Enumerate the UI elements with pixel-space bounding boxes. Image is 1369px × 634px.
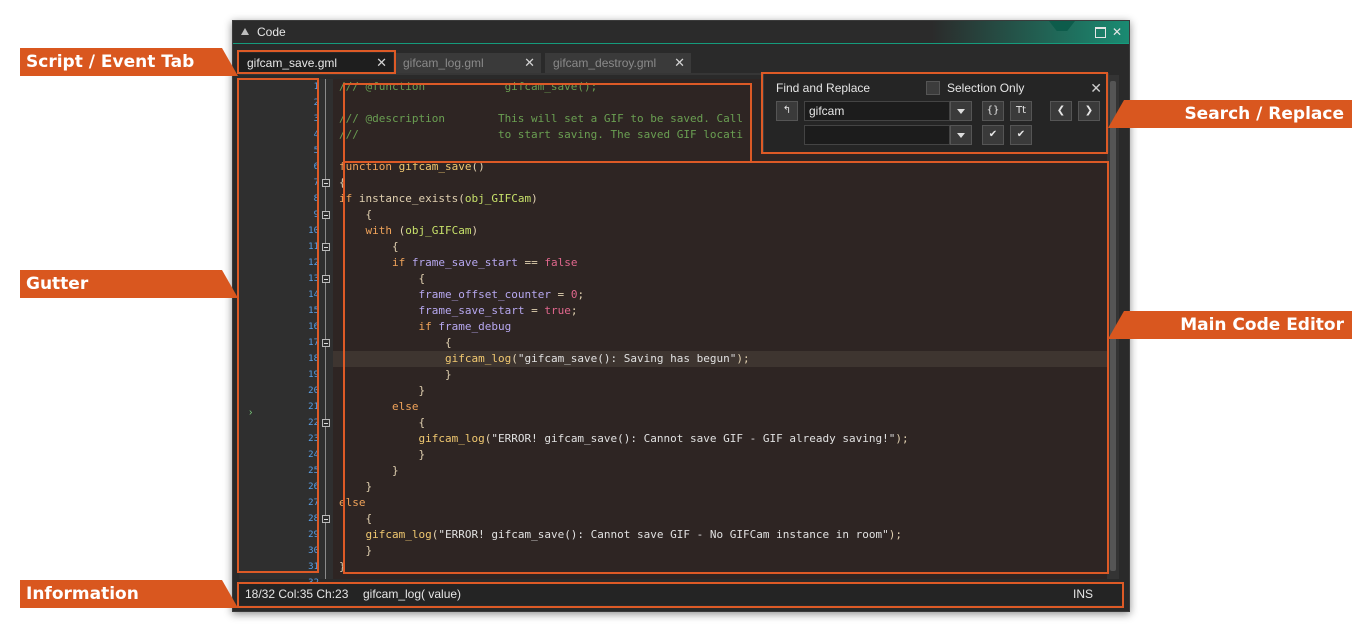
fold-toggle-icon[interactable] xyxy=(322,339,330,347)
close-window-icon[interactable]: ✕ xyxy=(1110,25,1124,39)
tab-label: gifcam_destroy.gml xyxy=(553,56,657,70)
tab-gifcam-destroy[interactable]: gifcam_destroy.gml ✕ xyxy=(545,53,691,73)
tab-label: gifcam_log.gml xyxy=(403,56,484,70)
callout-script-tab: Script / Event Tab xyxy=(20,48,238,76)
code-line[interactable] xyxy=(333,575,1107,579)
fold-guide xyxy=(325,79,326,579)
tab-gifcam-log[interactable]: gifcam_log.gml ✕ xyxy=(395,53,541,73)
fold-toggle-icon[interactable] xyxy=(322,275,330,283)
information-outline xyxy=(237,582,1124,608)
collapse-triangle-icon[interactable] xyxy=(241,28,249,35)
scrollbar-thumb[interactable] xyxy=(1110,81,1116,571)
fold-column[interactable] xyxy=(319,79,333,579)
window-title: Code xyxy=(257,25,286,39)
editor-outline xyxy=(343,161,1109,574)
tab-close-icon[interactable]: ✕ xyxy=(674,53,685,73)
search-replace-outline xyxy=(761,72,1108,154)
callout-information: Information xyxy=(20,580,238,608)
callout-search-replace: Search / Replace xyxy=(1108,100,1352,128)
title-notch xyxy=(1049,21,1075,31)
editor-outline-top xyxy=(343,83,752,163)
callout-main-editor: Main Code Editor xyxy=(1108,311,1352,339)
fold-toggle-icon[interactable] xyxy=(322,419,330,427)
title-bar[interactable]: Code ✕ xyxy=(233,21,1129,44)
fold-toggle-icon[interactable] xyxy=(322,211,330,219)
fold-toggle-icon[interactable] xyxy=(322,243,330,251)
tab-close-icon[interactable]: ✕ xyxy=(524,53,535,73)
maximize-icon[interactable] xyxy=(1093,25,1107,39)
script-tab-outline xyxy=(237,50,396,74)
fold-toggle-icon[interactable] xyxy=(322,179,330,187)
callout-gutter: Gutter xyxy=(20,270,238,298)
fold-toggle-icon[interactable] xyxy=(322,515,330,523)
gutter-outline xyxy=(237,78,319,573)
